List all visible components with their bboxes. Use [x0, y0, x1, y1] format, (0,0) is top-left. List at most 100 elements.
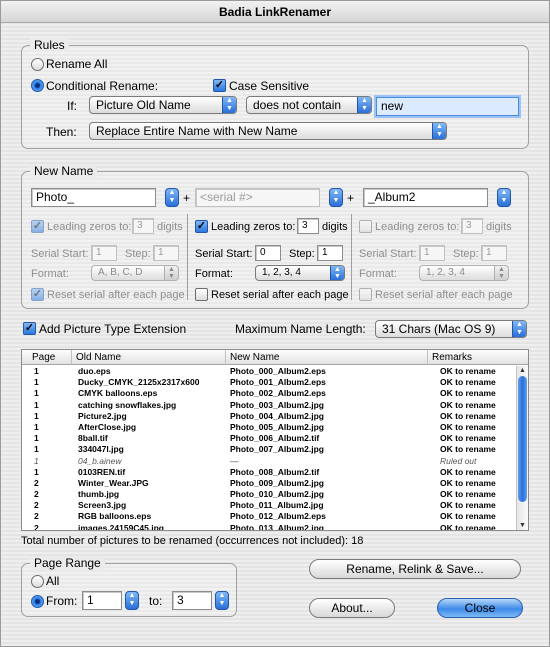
cell-remarks: OK to rename — [440, 388, 496, 399]
name-part-2-input[interactable]: <serial #> — [195, 188, 320, 207]
popup-arrows-icon: ▲ ▼ — [164, 266, 178, 280]
cell-old-name: duo.eps — [78, 366, 111, 376]
rename-preview-table[interactable]: Page Old Name New Name Remarks 1 duo.eps P… — [21, 349, 529, 531]
table-row[interactable]: 1 Picture2.jpg Photo_004_Album2.jpg OK to r… — [22, 411, 516, 422]
serial-start-input-3[interactable]: 1 — [419, 245, 445, 261]
step-input-3[interactable]: 1 — [481, 245, 507, 261]
reset-serial-checkbox-3[interactable] — [359, 288, 372, 301]
page-range-from-radio[interactable] — [31, 595, 44, 608]
cell-old-name: Screen3.jpg — [78, 500, 127, 511]
scroll-up-icon[interactable]: ▲ — [517, 366, 528, 375]
table-row[interactable]: 2 Winter_Wear.JPG Photo_009_Album2.jpg OK t… — [22, 478, 516, 489]
reset-serial-label-3: Reset serial after each page — [375, 289, 513, 301]
table-row[interactable]: 1 AfterClose.jpg Photo_005_Album2.jpg OK to… — [22, 422, 516, 433]
format-popup-2[interactable]: 1, 2, 3, 4 ▲ ▼ — [255, 265, 345, 281]
total-count-text: Total number of pictures to be renamed (… — [21, 535, 364, 547]
table-row[interactable]: 1 334047l.jpg Photo_007_Album2.jpg OK to re… — [22, 444, 516, 455]
table-row[interactable]: 1 8ball.tif Photo_006_Album2.tif OK to rena… — [22, 433, 516, 444]
table-row[interactable]: 1 CMYK balloons.eps Photo_002_Album2.eps OK… — [22, 388, 516, 399]
window-title: Badia LinkRenamer — [1, 1, 549, 23]
cell-new-name: Photo_006_Album2.tif — [230, 433, 320, 444]
cell-page: 1 — [34, 366, 39, 376]
serial-start-label-2: Serial Start: — [195, 248, 253, 260]
conditional-rename-label[interactable]: Conditional Rename: — [46, 79, 158, 93]
add-extension-checkbox[interactable]: ✓ — [23, 322, 36, 335]
leading-zeros-checkbox-2[interactable]: ✓ — [195, 220, 208, 233]
table-row[interactable]: 1 0103REN.tif Photo_008_Album2.tif OK to re… — [22, 467, 516, 478]
table-row[interactable]: 1 catching snowflakes.jpg Photo_003_Album2… — [22, 400, 516, 411]
name-part-1-input[interactable]: Photo_ — [31, 188, 156, 207]
cell-remarks: OK to rename — [440, 444, 496, 455]
cell-new-name: Photo_011_Album2.jpg — [230, 500, 324, 511]
page-to-stepper[interactable]: ▲ ▼ — [215, 591, 229, 610]
reset-serial-checkbox-1[interactable]: ✓ — [31, 288, 44, 301]
rename-all-radio[interactable] — [31, 58, 44, 71]
cell-new-name: Photo_013_Album2.jpg — [230, 522, 324, 531]
name-part-3-stepper[interactable]: ▲ ▼ — [497, 188, 511, 207]
table-row[interactable]: 2 RGB balloons.eps Photo_012_Album2.eps OK … — [22, 511, 516, 522]
rename-relink-save-button[interactable]: Rename, Relink & Save... — [309, 559, 521, 579]
then-action-popup[interactable]: Replace Entire Name with New Name ▲ ▼ — [89, 122, 447, 140]
cell-remarks: OK to rename — [440, 477, 496, 488]
scroll-down-icon[interactable]: ▼ — [517, 521, 528, 530]
page-range-all-radio[interactable] — [31, 575, 44, 588]
page-from-input[interactable]: 1 — [82, 591, 122, 610]
table-row[interactable]: 2 thumb.jpg Photo_010_Album2.jpg OK to rena… — [22, 489, 516, 500]
rename-all-label[interactable]: Rename All — [46, 57, 107, 71]
cell-new-name: Photo_003_Album2.jpg — [230, 399, 324, 410]
case-sensitive-label[interactable]: Case Sensitive — [229, 79, 309, 93]
column-header-old-name[interactable]: Old Name — [72, 350, 226, 365]
if-field-popup[interactable]: Picture Old Name ▲ ▼ — [89, 96, 237, 114]
leading-zeros-checkbox-1[interactable]: ✓ — [31, 220, 44, 233]
cell-new-name: Photo_002_Album2.eps — [230, 388, 326, 399]
table-row[interactable]: 1 04_b.ainew — Ruled out — [22, 456, 516, 467]
column-header-page[interactable]: Page — [28, 350, 72, 365]
name-part-2-stepper[interactable]: ▲ ▼ — [329, 188, 343, 207]
leading-zeros-label-3: Leading zeros to: — [375, 221, 460, 233]
table-scrollbar[interactable]: ▲ ▼ — [516, 366, 528, 530]
cell-remarks: OK to rename — [440, 366, 496, 376]
leading-zeros-input-3[interactable]: 3 — [461, 218, 483, 234]
table-row[interactable]: 2 Screen3.jpg Photo_011_Album2.jpg OK to re… — [22, 500, 516, 511]
format-popup-1[interactable]: A, B, C, D ▲ ▼ — [91, 265, 179, 281]
add-extension-label[interactable]: Add Picture Type Extension — [39, 322, 186, 336]
cell-new-name: Photo_005_Album2.jpg — [230, 421, 324, 432]
leading-zeros-checkbox-3[interactable] — [359, 220, 372, 233]
page-range-all-label[interactable]: All — [46, 574, 59, 588]
cell-new-name: Photo_004_Album2.jpg — [230, 410, 324, 421]
case-sensitive-checkbox[interactable]: ✓ — [213, 79, 226, 92]
if-value-input[interactable]: new — [376, 97, 519, 116]
close-button[interactable]: Close — [437, 598, 523, 618]
then-action-value: Replace Entire Name with New Name — [96, 124, 298, 138]
column-divider — [187, 214, 188, 300]
scroll-thumb[interactable] — [518, 376, 527, 502]
reset-serial-checkbox-2[interactable] — [195, 288, 208, 301]
page-from-stepper[interactable]: ▲ ▼ — [125, 591, 139, 610]
table-row[interactable]: 2 images.24159C45.jpg Photo_013_Album2.jpg… — [22, 522, 516, 531]
if-field-value: Picture Old Name — [96, 98, 191, 112]
leading-zeros-input-2[interactable]: 3 — [297, 218, 319, 234]
name-part-3-input[interactable]: _Album2 — [363, 188, 488, 207]
serial-start-input-1[interactable]: 1 — [91, 245, 117, 261]
column-header-new-name[interactable]: New Name — [226, 350, 428, 365]
cell-old-name: 04_b.ainew — [78, 455, 122, 466]
column-header-remarks[interactable]: Remarks — [428, 350, 516, 365]
table-row[interactable]: 1 duo.eps Photo_000_Album2.eps OK to rename — [22, 366, 516, 377]
name-part-1-stepper[interactable]: ▲ ▼ — [165, 188, 179, 207]
step-input-1[interactable]: 1 — [153, 245, 179, 261]
format-value-1: A, B, C, D — [98, 267, 143, 278]
format-popup-3[interactable]: 1, 2, 3, 4 ▲ ▼ — [419, 265, 509, 281]
max-length-popup[interactable]: 31 Chars (Mac OS 9) ▲ ▼ — [375, 320, 527, 338]
cell-remarks: OK to rename — [440, 500, 496, 511]
cell-page: 2 — [34, 500, 39, 511]
conditional-rename-radio[interactable] — [31, 79, 44, 92]
step-input-2[interactable]: 1 — [317, 245, 343, 261]
popup-arrows-icon: ▲ ▼ — [357, 97, 371, 113]
if-operator-popup[interactable]: does not contain ▲ ▼ — [246, 96, 372, 114]
page-to-input[interactable]: 3 — [172, 591, 212, 610]
serial-start-input-2[interactable]: 0 — [255, 245, 281, 261]
page-range-from-label[interactable]: From: — [46, 594, 77, 608]
about-button[interactable]: About... — [309, 598, 395, 618]
table-row[interactable]: 1 Ducky_CMYK_2125x2317x600 Photo_001_Album… — [22, 377, 516, 388]
leading-zeros-input-1[interactable]: 3 — [132, 218, 154, 234]
